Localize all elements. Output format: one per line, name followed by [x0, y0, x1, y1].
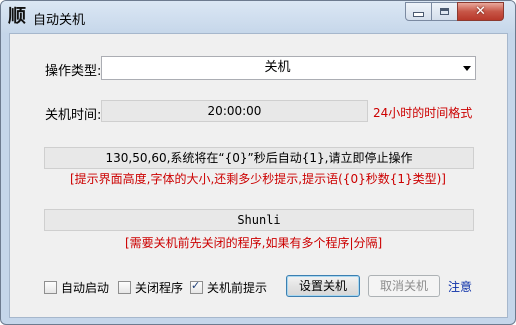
prompt-hint: [提示界面高度,字体的大小,还剩多少秒提示,提示语({0}秒数{1}类型)]	[70, 172, 446, 186]
time-label: 关机时间:	[45, 108, 102, 123]
cancel-shutdown-button[interactable]: 取消关机	[368, 275, 440, 297]
prompt-input[interactable]: 130,50,60,系统将在“{0}”秒后自动{1},请立即停止操作	[44, 147, 474, 169]
time-format-hint: 24小时的时间格式	[373, 106, 473, 120]
client-area: 操作类型: 关机 关机时间: 20:00:00 24小时的时间格式 130,50…	[9, 33, 508, 318]
maximize-button[interactable]	[431, 2, 458, 21]
minimize-button[interactable]	[405, 2, 432, 21]
minimize-icon	[413, 12, 424, 17]
checkmark-icon[interactable]	[190, 279, 203, 294]
note-link[interactable]: 注意	[448, 278, 472, 295]
notify-label: 关机前提示	[207, 280, 268, 295]
op-type-value: 关机	[264, 60, 291, 75]
app-window: 顺 自动关机 ✕ 操作类型: 关机 关机时间: 20:00:00 24小时的时间…	[0, 0, 516, 325]
title-bar[interactable]: 顺 自动关机 ✕	[1, 1, 515, 33]
window-title: 自动关机	[33, 13, 86, 28]
close-icon: ✕	[475, 4, 486, 19]
time-input[interactable]: 20:00:00	[101, 100, 368, 122]
notify-checkbox[interactable]: 关机前提示	[190, 279, 267, 295]
op-type-select[interactable]: 关机	[101, 56, 476, 80]
dropdown-arrow-icon[interactable]	[463, 66, 471, 71]
autostart-label: 自动启动	[61, 280, 110, 295]
programs-hint: [需要关机前先关闭的程序,如果有多个程序|分隔]	[125, 236, 383, 250]
autostart-box[interactable]	[44, 280, 57, 294]
close-button[interactable]: ✕	[457, 2, 504, 21]
app-logo-icon: 顺	[8, 6, 26, 27]
set-shutdown-button[interactable]: 设置关机	[286, 275, 360, 297]
close-programs-checkbox[interactable]: 关闭程序	[118, 279, 183, 295]
programs-input[interactable]: Shunli	[44, 209, 474, 231]
autostart-checkbox[interactable]: 自动启动	[44, 279, 109, 295]
close-programs-label: 关闭程序	[135, 280, 184, 295]
maximize-icon	[440, 8, 449, 15]
close-programs-box[interactable]	[118, 280, 131, 294]
op-type-label: 操作类型:	[45, 64, 102, 79]
